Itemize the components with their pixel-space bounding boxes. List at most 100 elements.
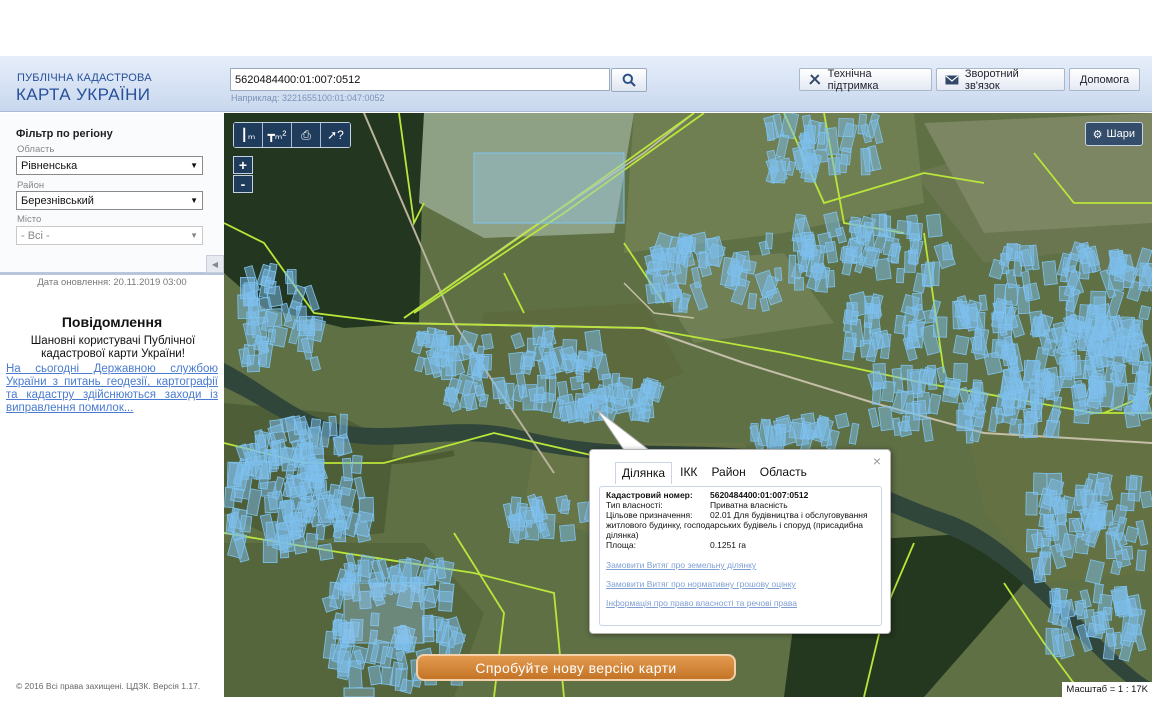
tab-oblast[interactable]: Область <box>754 462 813 484</box>
cadastral-parcel[interactable] <box>1041 260 1058 286</box>
cadastral-parcel[interactable] <box>871 213 888 237</box>
cadastral-parcel[interactable] <box>315 458 325 476</box>
cadastral-parcel[interactable] <box>257 340 269 366</box>
cadastral-parcel[interactable] <box>872 363 887 390</box>
cadastral-parcel[interactable] <box>646 260 660 276</box>
cadastral-parcel[interactable] <box>289 512 303 533</box>
cadastral-parcel[interactable] <box>956 314 972 330</box>
cadastral-parcel[interactable] <box>774 267 783 282</box>
cadastral-parcel[interactable] <box>423 568 437 587</box>
map-view[interactable]: ┃ₘ ┳ₘ² ⎙ ➚? + - ⚙ Шари × Ділянка ІКК Рай… <box>224 113 1152 697</box>
pointer-help-icon[interactable]: ➚? <box>321 123 350 147</box>
cadastral-parcel[interactable] <box>473 152 625 224</box>
cadastral-parcel[interactable] <box>838 117 854 138</box>
logo-title[interactable]: КАРТА УКРАЇНИ <box>16 85 150 105</box>
help-button[interactable]: Допомога <box>1069 68 1140 91</box>
cadastral-parcel[interactable] <box>1073 410 1090 424</box>
close-icon[interactable]: × <box>873 453 881 469</box>
cadastral-parcel[interactable] <box>523 351 535 368</box>
cadastral-parcel[interactable] <box>1105 531 1116 560</box>
cadastral-parcel[interactable] <box>258 296 273 312</box>
cadastral-parcel[interactable] <box>925 213 943 238</box>
cadastral-parcel[interactable] <box>561 338 578 361</box>
cadastral-parcel[interactable] <box>906 368 921 395</box>
feedback-button[interactable]: Зворотний зв'язок <box>936 68 1065 92</box>
raion-select[interactable]: Березнівський ▼ <box>16 191 203 210</box>
cadastral-parcel[interactable] <box>908 325 918 342</box>
cadastral-parcel[interactable] <box>1078 262 1090 280</box>
zoom-out-button[interactable]: - <box>233 175 253 193</box>
cadastral-parcel[interactable] <box>1120 613 1139 643</box>
cadastral-parcel[interactable] <box>224 486 236 508</box>
cadastral-parcel[interactable] <box>794 276 804 291</box>
cadastral-parcel[interactable] <box>1070 354 1082 376</box>
cadastral-parcel[interactable] <box>548 376 557 402</box>
cadastral-parcel[interactable] <box>343 582 425 644</box>
cadastral-parcel[interactable] <box>533 393 544 411</box>
cadastral-parcel[interactable] <box>952 334 970 356</box>
cadastral-parcel[interactable] <box>508 351 526 375</box>
cadastral-parcel[interactable] <box>437 582 455 603</box>
cadastral-parcel[interactable] <box>329 581 340 600</box>
cadastral-parcel[interactable] <box>645 282 663 305</box>
cadastral-parcel[interactable] <box>481 333 494 350</box>
cadastral-parcel[interactable] <box>978 294 988 312</box>
cadastral-parcel[interactable] <box>1022 407 1039 425</box>
cadastral-parcel[interactable] <box>239 277 256 300</box>
cadastral-parcel[interactable] <box>439 335 451 352</box>
cadastral-parcel[interactable] <box>310 315 324 331</box>
cadastral-parcel[interactable] <box>284 270 294 285</box>
ownership-info-link[interactable]: Інформація про право власності та речові… <box>606 598 797 608</box>
cadastral-parcel[interactable] <box>343 687 375 697</box>
ruler-icon[interactable]: ┃ₘ <box>234 123 263 147</box>
cadastral-parcel[interactable] <box>873 257 892 281</box>
cadastral-search-input[interactable] <box>230 68 610 91</box>
cadastral-parcel[interactable] <box>818 122 826 145</box>
cadastral-parcel[interactable] <box>333 436 345 455</box>
cadastral-parcel[interactable] <box>242 344 256 365</box>
cadastral-parcel[interactable] <box>1086 622 1105 640</box>
cadastral-parcel[interactable] <box>263 279 277 295</box>
cadastral-parcel[interactable] <box>304 532 319 550</box>
oblast-select[interactable]: Рівненська ▼ <box>16 156 203 175</box>
cadastral-parcel[interactable] <box>559 524 576 542</box>
cadastral-parcel[interactable] <box>1025 491 1038 516</box>
cadastral-parcel[interactable] <box>527 337 536 353</box>
new-version-button[interactable]: Спробуйте нову версію карти <box>416 654 736 681</box>
cadastral-parcel[interactable] <box>351 454 363 474</box>
cadastral-parcel[interactable] <box>314 480 328 500</box>
cadastral-parcel[interactable] <box>226 461 242 488</box>
order-extract-link[interactable]: Замовити Витяг про земельну ділянку <box>606 560 756 570</box>
cadastral-parcel[interactable] <box>1120 492 1136 512</box>
cadastral-parcel[interactable] <box>844 336 858 354</box>
cadastral-parcel[interactable] <box>971 409 986 428</box>
cadastral-parcel[interactable] <box>923 309 937 324</box>
tab-ikk[interactable]: ІКК <box>674 462 703 484</box>
cadastral-parcel[interactable] <box>1109 251 1123 274</box>
area-measure-icon[interactable]: ┳ₘ² <box>263 123 292 147</box>
cadastral-parcel[interactable] <box>1125 476 1138 491</box>
cadastral-parcel[interactable] <box>1045 627 1059 655</box>
cadastral-parcel[interactable] <box>1092 583 1104 604</box>
cadastral-parcel[interactable] <box>435 618 450 644</box>
cadastral-parcel[interactable] <box>1045 419 1060 438</box>
cadastral-parcel[interactable] <box>895 267 905 284</box>
cadastral-parcel[interactable] <box>240 461 251 481</box>
cadastral-parcel[interactable] <box>1135 549 1147 572</box>
search-button[interactable] <box>611 68 647 92</box>
cadastral-parcel[interactable] <box>1007 243 1019 260</box>
cadastral-parcel[interactable] <box>1049 520 1060 541</box>
cadastral-parcel[interactable] <box>535 500 544 523</box>
cadastral-parcel[interactable] <box>1102 606 1113 621</box>
cadastral-parcel[interactable] <box>878 405 894 432</box>
cadastral-parcel[interactable] <box>765 232 774 250</box>
cadastral-parcel[interactable] <box>973 381 985 402</box>
cadastral-parcel[interactable] <box>1116 599 1133 618</box>
cadastral-parcel[interactable] <box>918 368 935 385</box>
message-link[interactable]: На сьогодні Державною службою України з … <box>6 363 218 415</box>
cadastral-parcel[interactable] <box>747 292 758 310</box>
cadastral-parcel[interactable] <box>1093 296 1106 319</box>
cadastral-parcel[interactable] <box>765 122 775 142</box>
cadastral-parcel[interactable] <box>491 376 507 400</box>
cadastral-parcel[interactable] <box>827 157 841 176</box>
